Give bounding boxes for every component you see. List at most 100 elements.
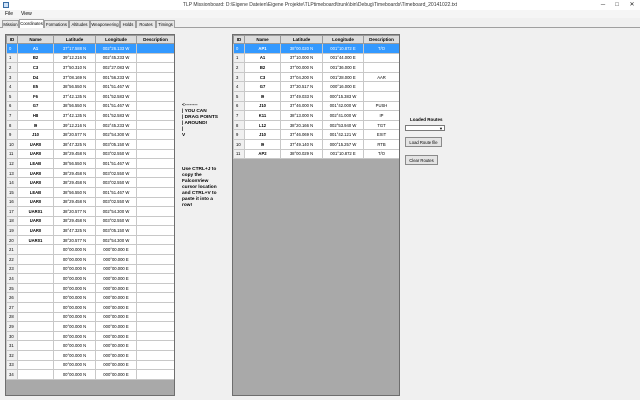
table-cell[interactable]: L12 <box>244 119 281 131</box>
column-header[interactable]: Latitude <box>53 35 96 44</box>
table-row[interactable]: 9 J10 38°20.577 N 002°54.300 W <box>6 129 174 140</box>
row-id-cell[interactable]: 9 <box>6 129 18 140</box>
table-row[interactable]: 21 00°00.000 N 000°00.000 E <box>6 244 174 256</box>
coordinates-grid[interactable]: ID Name Latitude Longitude Description 0 A1 37… <box>5 34 175 396</box>
table-cell[interactable]: 38°20.577 N <box>53 129 96 140</box>
table-cell[interactable]: UAR0 <box>17 177 54 188</box>
row-id-cell[interactable]: 14 <box>6 177 18 188</box>
table-cell[interactable] <box>136 282 174 294</box>
maximize-button[interactable]: □ <box>610 0 624 10</box>
table-cell[interactable] <box>363 90 399 102</box>
table-row[interactable]: 8 I9 39°12.216 N 002°45.233 W <box>6 119 174 131</box>
table-cell[interactable]: LEAB <box>17 158 54 169</box>
table-cell[interactable] <box>136 302 174 313</box>
table-cell[interactable] <box>136 340 174 351</box>
table-cell[interactable]: PUSH <box>363 100 399 112</box>
loaded-routes-select[interactable]: ▼ <box>405 125 445 131</box>
table-cell[interactable]: 000°00.000 E <box>95 244 137 256</box>
table-cell[interactable]: UAR0 <box>17 225 54 236</box>
table-cell[interactable]: 003°05.150 W <box>95 225 137 236</box>
table-cell[interactable] <box>136 254 174 265</box>
table-cell[interactable]: 003°02.550 W <box>95 167 137 179</box>
table-cell[interactable]: 38°13.000 N <box>280 110 323 121</box>
table-cell[interactable] <box>136 43 174 54</box>
table-row[interactable]: 10 I9 37°49.140 N 000°15.257 W RTB <box>233 138 399 150</box>
table-row[interactable]: 25 00°00.000 N 000°00.000 E <box>6 282 174 294</box>
table-row[interactable]: 30 00°00.000 N 000°00.000 E <box>6 330 174 342</box>
table-row[interactable]: 2 B2 37°00.000 N 001°36.000 E <box>233 62 399 73</box>
column-header[interactable]: Latitude <box>280 35 323 44</box>
row-id-cell[interactable]: 32 <box>6 350 18 361</box>
table-cell[interactable] <box>363 62 399 73</box>
table-cell[interactable]: K11 <box>244 110 281 121</box>
table-row[interactable]: 26 00°00.000 N 000°00.000 E <box>6 292 174 304</box>
table-row[interactable]: 5 I9 37°49.033 N 000°15.383 W <box>233 90 399 102</box>
table-cell[interactable]: C3 <box>17 62 54 73</box>
table-cell[interactable]: 002°54.300 W <box>95 234 137 246</box>
row-id-cell[interactable]: 11 <box>233 148 245 160</box>
table-cell[interactable]: AP1 <box>244 43 281 54</box>
table-cell[interactable] <box>136 110 174 121</box>
column-header[interactable]: ID <box>6 35 18 44</box>
table-cell[interactable]: 001°42.121 W <box>322 129 364 140</box>
table-row[interactable]: 3 D4 37°08.169 N 001°56.233 W <box>6 71 174 83</box>
table-cell[interactable] <box>136 244 174 256</box>
row-id-cell[interactable]: 28 <box>6 311 18 323</box>
row-id-cell[interactable]: 12 <box>6 158 18 169</box>
row-id-cell[interactable]: 22 <box>6 254 18 265</box>
row-id-cell[interactable]: 19 <box>6 225 18 236</box>
table-cell[interactable]: 37°42.135 N <box>53 90 96 102</box>
table-cell[interactable]: 003°05.150 W <box>95 138 137 150</box>
table-cell[interactable]: D4 <box>17 71 54 83</box>
row-id-cell[interactable]: 23 <box>6 263 18 275</box>
row-id-cell[interactable]: 0 <box>233 43 245 54</box>
table-row[interactable]: 20 UAR01 38°20.577 N 002°54.300 W <box>6 234 174 246</box>
row-id-cell[interactable]: 21 <box>6 244 18 256</box>
clear-routes-button[interactable]: Clear Routes <box>405 155 438 165</box>
table-cell[interactable]: 38°20.577 N <box>53 206 96 217</box>
table-cell[interactable]: 00°00.000 N <box>53 273 96 284</box>
table-cell[interactable] <box>136 148 174 160</box>
table-cell[interactable]: J10 <box>244 129 281 140</box>
table-row[interactable]: 27 00°00.000 N 000°00.000 E <box>6 302 174 313</box>
table-cell[interactable]: 002°45.233 W <box>95 52 137 64</box>
column-header[interactable]: ID <box>233 35 245 44</box>
table-cell[interactable]: EXIT <box>363 129 399 140</box>
table-cell[interactable]: 000°15.383 W <box>322 90 364 102</box>
table-cell[interactable]: 002°53.940 W <box>322 119 364 131</box>
table-cell[interactable]: B2 <box>17 52 54 64</box>
row-id-cell[interactable]: 4 <box>6 81 18 92</box>
load-route-file-button[interactable]: Load Route file <box>405 137 442 147</box>
table-cell[interactable]: 001°52.583 W <box>95 110 137 121</box>
table-cell[interactable] <box>136 100 174 112</box>
table-cell[interactable]: 00°00.000 N <box>53 340 96 351</box>
table-cell[interactable]: UAR0 <box>17 148 54 160</box>
table-cell[interactable] <box>136 177 174 188</box>
row-id-cell[interactable]: 4 <box>233 81 245 92</box>
row-id-cell[interactable]: 1 <box>233 52 245 64</box>
table-cell[interactable] <box>136 138 174 150</box>
tab-altitudes[interactable]: Altitudes <box>69 20 90 28</box>
table-cell[interactable]: 001°51.467 W <box>95 81 137 92</box>
column-header[interactable]: Longitude <box>322 35 364 44</box>
row-id-cell[interactable]: 31 <box>6 340 18 351</box>
table-row[interactable]: 15 LEAB 38°56.550 N 001°51.467 W <box>6 186 174 198</box>
table-cell[interactable]: 001°44.000 E <box>322 52 364 64</box>
table-cell[interactable]: T/O <box>363 43 399 54</box>
table-cell[interactable]: 003°02.550 W <box>95 177 137 188</box>
table-cell[interactable] <box>17 330 54 342</box>
table-row[interactable]: 11 AP2 38°00.029 N 001°10.872 E T/O <box>233 148 399 160</box>
row-id-cell[interactable]: 29 <box>6 321 18 332</box>
table-cell[interactable]: TGT <box>363 119 399 131</box>
table-row[interactable]: 7 K11 38°13.000 N 002°41.000 W IP <box>233 110 399 121</box>
table-row[interactable]: 28 00°00.000 N 000°00.000 E <box>6 311 174 323</box>
table-cell[interactable]: 38°47.325 N <box>53 138 96 150</box>
table-cell[interactable]: 37°46.069 N <box>280 129 323 140</box>
table-cell[interactable]: 37°42.135 N <box>53 110 96 121</box>
table-row[interactable]: 6 J10 37°46.000 N 001°42.000 W PUSH <box>233 100 399 112</box>
tab-coordinates[interactable]: Coordinates <box>19 19 44 28</box>
table-cell[interactable] <box>363 81 399 92</box>
row-id-cell[interactable]: 17 <box>6 206 18 217</box>
table-cell[interactable]: 00°00.000 N <box>53 350 96 361</box>
table-cell[interactable]: 38°00.020 N <box>280 43 323 54</box>
